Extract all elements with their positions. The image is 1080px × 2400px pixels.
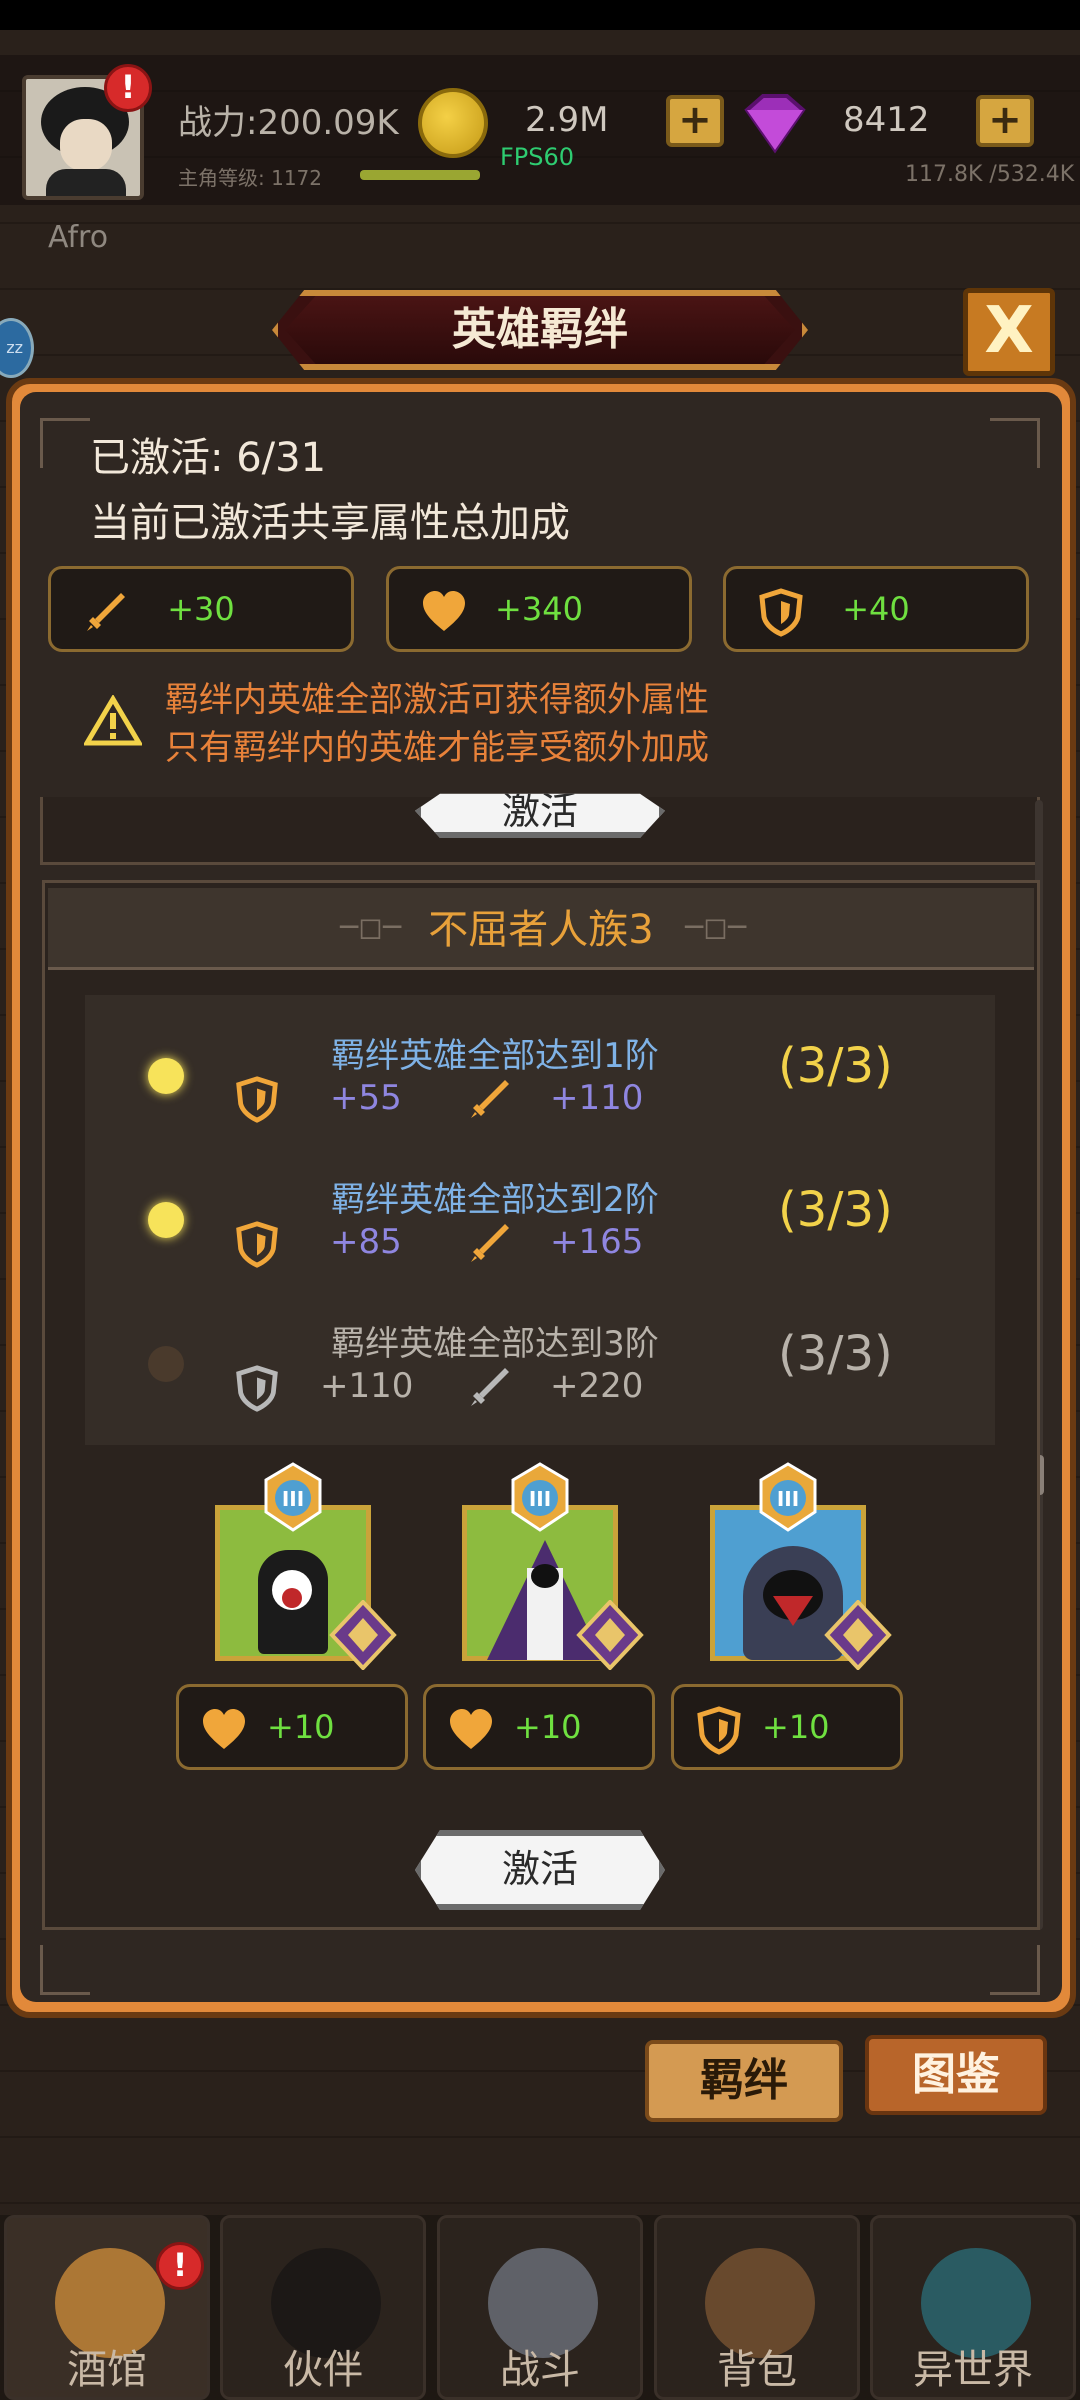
class-badge-icon	[824, 1600, 892, 1670]
total-attack-box: +30	[48, 566, 354, 652]
tier-status-dot	[148, 1058, 184, 1094]
svg-text:III: III	[777, 1487, 799, 1511]
shield-icon	[697, 1706, 741, 1755]
total-defense-box: +40	[723, 566, 1029, 652]
shared-bonus-title: 当前已激活共享属性总加成	[90, 500, 570, 546]
tier-status-dot	[148, 1202, 184, 1238]
shield-icon	[236, 1076, 278, 1123]
rank-badge-icon: III	[759, 1462, 817, 1532]
corner-decoration	[990, 1945, 1040, 1995]
heart-icon	[203, 1709, 245, 1749]
tier-defense-bonus: +85	[330, 1222, 402, 1262]
fps-counter: FPS60	[500, 143, 575, 171]
gem-icon	[744, 94, 806, 154]
tier-defense-bonus: +110	[320, 1366, 414, 1406]
tier-title: 羁绊英雄全部达到3阶	[331, 1324, 659, 1364]
tier-progress: (3/3)	[778, 1182, 893, 1238]
sword-icon	[471, 1224, 509, 1262]
close-button[interactable]: X	[963, 288, 1055, 376]
add-gems-button[interactable]: +	[976, 95, 1034, 147]
nav-bag[interactable]: 背包	[654, 2215, 860, 2400]
previous-activate-label: 激活	[501, 789, 578, 833]
nav-label: 战斗	[500, 2347, 580, 2393]
gold-amount: 2.9M	[525, 100, 609, 140]
title-ornament-right: ─◻─	[685, 910, 747, 945]
dialog-title: 英雄羁绊	[452, 304, 628, 355]
tier-status-dot	[148, 1346, 184, 1382]
gem-amount: 8412	[843, 100, 930, 140]
activate-label: 激活	[501, 1847, 578, 1891]
tier-title: 羁绊英雄全部达到1阶	[331, 1036, 659, 1076]
nav-partners[interactable]: 伙伴	[220, 2215, 426, 2400]
corner-decoration	[40, 1945, 90, 1995]
rank-badge-icon: III	[264, 1462, 322, 1532]
tier-attack-bonus: +220	[550, 1366, 644, 1406]
warning-icon	[84, 695, 142, 746]
corner-decoration	[990, 418, 1040, 468]
heart-icon	[450, 1709, 492, 1749]
experience-counter: 117.8K /532.4K	[905, 162, 1075, 187]
tier-title: 羁绊英雄全部达到2阶	[331, 1180, 659, 1220]
activate-button[interactable]: 激活	[415, 1830, 665, 1910]
tier-attack-bonus: +165	[550, 1222, 644, 1262]
rank-badge-icon: III	[511, 1462, 569, 1532]
warning-line-1: 羁绊内英雄全部激活可获得额外属性	[165, 680, 709, 720]
shield-icon	[236, 1365, 278, 1412]
player-level: 主角等级: 1172	[178, 166, 322, 190]
total-health-value: +340	[495, 590, 583, 628]
activated-count: 已激活: 6/31	[90, 435, 327, 481]
hero-bonus-value: +10	[514, 1708, 582, 1746]
total-attack-value: +30	[167, 590, 235, 628]
hero-bonus-box: +10	[671, 1684, 903, 1770]
warning-line-2: 只有羁绊内的英雄才能享受额外加成	[165, 728, 709, 768]
nav-label: 伙伴	[283, 2347, 363, 2393]
nav-battle[interactable]: 战斗	[437, 2215, 643, 2400]
hero-bonus-value: +10	[267, 1708, 335, 1746]
tier-progress: (3/3)	[778, 1326, 893, 1382]
hero-bonus-box: +10	[423, 1684, 655, 1770]
gold-coin-icon	[418, 88, 488, 158]
tab-codex[interactable]: 图鉴	[865, 2035, 1047, 2115]
tier-defense-bonus: +55	[330, 1078, 402, 1118]
class-badge-icon	[576, 1600, 644, 1670]
class-badge-icon	[329, 1600, 397, 1670]
sword-icon	[471, 1368, 509, 1406]
svg-text:III: III	[529, 1487, 551, 1511]
nav-label: 背包	[717, 2347, 797, 2393]
nav-label: 酒馆	[67, 2347, 147, 2393]
tier-attack-bonus: +110	[550, 1078, 644, 1118]
hero-bonus-box: +10	[176, 1684, 408, 1770]
shield-icon	[236, 1221, 278, 1268]
corner-decoration	[40, 418, 90, 468]
total-defense-value: +40	[842, 590, 910, 628]
status-bar	[0, 0, 1080, 30]
title-ornament-left: ─◻─	[340, 910, 402, 945]
combat-power: 战力:200.09K	[178, 103, 399, 143]
total-health-box: +340	[386, 566, 692, 652]
tab-bond[interactable]: 羁绊	[645, 2040, 843, 2122]
nav-label: 异世界	[913, 2347, 1033, 2393]
avatar-alert-icon: !	[104, 64, 152, 112]
tavern-alert-icon: !	[156, 2242, 204, 2290]
nav-otherworld[interactable]: 异世界	[870, 2215, 1076, 2400]
add-gold-button[interactable]: +	[666, 95, 724, 147]
svg-text:III: III	[282, 1487, 304, 1511]
player-name: Afro	[48, 220, 109, 255]
bond-card-title: 不屈者人族3	[428, 907, 654, 953]
sword-icon	[471, 1080, 509, 1118]
tier-progress: (3/3)	[778, 1038, 893, 1094]
level-progress-bar	[360, 170, 480, 180]
hero-bonus-value: +10	[762, 1708, 830, 1746]
